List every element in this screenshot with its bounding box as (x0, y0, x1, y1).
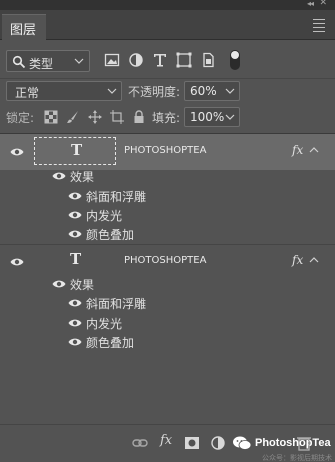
eye-icon[interactable] (10, 257, 24, 267)
effect-row-color-overlay[interactable]: 颜色叠加 (0, 332, 335, 351)
eye-icon[interactable] (68, 229, 82, 239)
effect-row-inner-glow[interactable]: 内发光 (0, 205, 335, 224)
effect-row-inner-glow[interactable]: 内发光 (0, 313, 335, 332)
add-mask-icon[interactable] (184, 435, 200, 451)
opacity-field[interactable]: 60% (184, 81, 240, 101)
delete-layer-icon[interactable] (296, 435, 312, 451)
effects-row[interactable]: 效果 (0, 166, 335, 185)
effect-label: 内发光 (86, 317, 123, 331)
eye-icon[interactable] (68, 210, 82, 220)
effect-row-color-overlay[interactable]: 颜色叠加 (0, 224, 335, 243)
chevron-down-icon[interactable] (225, 85, 235, 97)
effect-label: 斜面和浮雕 (86, 297, 147, 311)
eye-icon[interactable] (10, 147, 24, 157)
tab-layers[interactable]: 图层 (2, 14, 46, 40)
layer-name[interactable]: PHOTOSHOPTEA (124, 255, 206, 266)
blend-mode-dropdown[interactable]: 正常 (6, 81, 122, 101)
panel-menu-icon[interactable] (313, 19, 325, 35)
filter-toggle[interactable] (230, 50, 240, 70)
eye-icon[interactable] (68, 337, 82, 347)
eye-icon[interactable] (52, 279, 66, 289)
eye-icon[interactable] (68, 298, 82, 308)
bottom-toolbar: fx PhotoshopTea 公众号：影视后期技术讲解 (0, 424, 335, 462)
blend-row: 正常 不透明度: 60% (0, 78, 335, 104)
effects-row[interactable]: 效果 (0, 274, 335, 293)
fill-field[interactable]: 100% (184, 107, 240, 127)
filter-kind-dropdown[interactable]: 类型 (6, 50, 90, 72)
shape-filter-icon[interactable] (176, 52, 192, 68)
effect-label: 颜色叠加 (86, 336, 135, 350)
panel-tab-bar: 图层 (0, 10, 335, 40)
fill-value: 100% (190, 110, 225, 124)
lock-transparent-icon[interactable] (44, 110, 58, 124)
close-panel-button[interactable]: ✕ (319, 0, 327, 8)
layer-thumbnail[interactable]: T (34, 247, 116, 275)
adjustment-filter-icon[interactable] (128, 52, 144, 68)
eye-icon[interactable] (52, 171, 66, 181)
effects-label: 效果 (70, 278, 95, 292)
image-filter-icon[interactable] (104, 52, 120, 68)
type-layer-icon: T (70, 250, 82, 268)
opacity-value: 60% (190, 84, 217, 98)
layer-row[interactable]: T PHOTOSHOPTEA fx (0, 134, 335, 170)
filter-kind-label: 类型 (29, 57, 54, 71)
chevron-down-icon[interactable] (225, 111, 235, 123)
watermark-text: PhotoshopTea (255, 437, 331, 449)
layer-name[interactable]: PHOTOSHOPTEA (124, 145, 206, 156)
lock-all-icon[interactable] (132, 110, 146, 124)
wechat-logo-icon (233, 436, 252, 450)
type-layer-icon: T (71, 141, 83, 159)
panel-top-strip: ◂◂ ✕ (0, 0, 335, 10)
link-layers-icon[interactable] (132, 435, 148, 451)
fill-label: 填充: (152, 111, 181, 125)
eye-icon[interactable] (68, 191, 82, 201)
effect-label: 颜色叠加 (86, 228, 135, 242)
filter-row: 类型 (0, 48, 335, 76)
chevron-up-icon[interactable] (309, 146, 319, 154)
layer-thumbnail[interactable]: T (34, 137, 116, 165)
blend-mode-value: 正常 (15, 86, 40, 100)
collapse-panel-button[interactable]: ◂◂ (307, 0, 314, 8)
effect-label: 内发光 (86, 209, 123, 223)
watermark-subtext: 公众号：影视后期技术讲解 (262, 454, 332, 462)
lock-paint-icon[interactable] (66, 110, 80, 124)
chevron-down-icon (107, 88, 117, 94)
chevron-up-icon[interactable] (309, 256, 319, 264)
effect-row-bevel[interactable]: 斜面和浮雕 (0, 186, 335, 205)
adjustment-layer-icon[interactable] (210, 435, 226, 451)
effects-label: 效果 (70, 170, 95, 184)
effect-label: 斜面和浮雕 (86, 190, 147, 204)
search-icon (12, 55, 26, 69)
lock-label: 锁定: (6, 111, 35, 125)
fx-icon[interactable]: fx (292, 253, 303, 267)
eye-icon[interactable] (68, 318, 82, 328)
smart-object-filter-icon[interactable] (200, 52, 216, 68)
lock-artboard-icon[interactable] (110, 110, 124, 124)
effect-row-bevel[interactable]: 斜面和浮雕 (0, 293, 335, 312)
add-style-icon[interactable]: fx (160, 433, 176, 449)
lock-position-icon[interactable] (88, 110, 102, 124)
fx-icon[interactable]: fx (292, 143, 303, 157)
opacity-label: 不透明度: (128, 85, 181, 99)
chevron-down-icon (74, 58, 84, 64)
type-filter-icon[interactable] (152, 52, 168, 68)
lock-row: 锁定: 填充: 100% (0, 106, 335, 130)
layers-list: T PHOTOSHOPTEA fx 效果 斜面和浮雕 内发光 颜色叠加 T PH… (0, 134, 335, 424)
